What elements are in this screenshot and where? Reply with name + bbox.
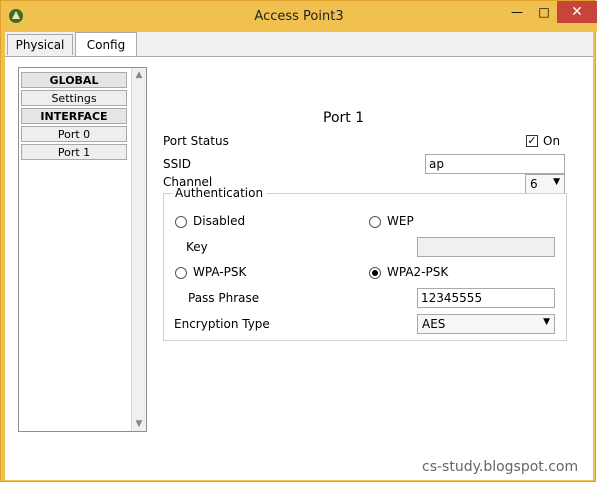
watermark: cs-study.blogspot.com	[422, 459, 579, 475]
radio-wpa2-psk[interactable]	[369, 267, 381, 279]
port-title: Port 1	[323, 110, 365, 126]
radio-wep[interactable]	[369, 216, 381, 228]
scroll-down-icon[interactable]: ▼	[132, 417, 146, 431]
port-status-checkbox[interactable]: ✓	[526, 135, 538, 147]
sidebar-item-port1[interactable]: Port 1	[21, 144, 127, 160]
passphrase-input[interactable]: 12345555	[417, 288, 555, 308]
encryption-type-value: AES	[422, 317, 446, 331]
client-area: Physical Config GLOBAL Settings INTERFAC…	[5, 32, 593, 480]
scroll-up-icon[interactable]: ▲	[132, 68, 146, 82]
config-sidebar: GLOBAL Settings INTERFACE Port 0 Port 1 …	[18, 67, 147, 432]
chevron-down-icon: ▼	[543, 317, 550, 327]
channel-select[interactable]: 6 ▼	[525, 174, 565, 194]
encryption-type-label: Encryption Type	[174, 317, 270, 331]
radio-wpa2-psk-label: WPA2-PSK	[387, 265, 449, 279]
ssid-label: SSID	[163, 157, 192, 171]
title-bar[interactable]: Access Point3 — □ ✕	[1, 1, 597, 32]
channel-value: 6	[530, 177, 538, 191]
passphrase-label: Pass Phrase	[188, 291, 260, 305]
sidebar-scrollbar[interactable]: ▲ ▼	[131, 68, 146, 431]
config-panel: GLOBAL Settings INTERFACE Port 0 Port 1 …	[5, 56, 593, 480]
tab-physical[interactable]: Physical	[7, 34, 73, 55]
key-label: Key	[186, 240, 208, 254]
close-button[interactable]: ✕	[557, 1, 597, 23]
tab-bar: Physical Config	[5, 32, 593, 56]
sidebar-item-global[interactable]: GLOBAL	[21, 72, 127, 88]
app-window: Access Point3 — □ ✕ Physical Config GLOB…	[0, 0, 597, 482]
chevron-down-icon: ▼	[553, 177, 560, 187]
maximize-button[interactable]: □	[531, 1, 557, 23]
minimize-button[interactable]: —	[503, 1, 531, 23]
sidebar-item-interface[interactable]: INTERFACE	[21, 108, 127, 124]
port-status-label: Port Status	[163, 134, 229, 148]
ssid-input[interactable]: ap	[425, 154, 565, 174]
tab-config[interactable]: Config	[75, 32, 137, 56]
radio-disabled-label: Disabled	[193, 214, 246, 228]
radio-wpa-psk-label: WPA-PSK	[193, 265, 247, 279]
radio-wpa-psk[interactable]	[175, 267, 187, 279]
key-input[interactable]	[417, 237, 555, 257]
radio-disabled[interactable]	[175, 216, 187, 228]
port-status-on-label: On	[543, 134, 561, 148]
authentication-group: Authentication Disabled WEP Key WPA-PSK …	[163, 186, 567, 341]
sidebar-item-settings[interactable]: Settings	[21, 90, 127, 106]
authentication-legend: Authentication	[172, 186, 267, 200]
encryption-type-select[interactable]: AES ▼	[417, 314, 555, 334]
radio-wep-label: WEP	[387, 214, 414, 228]
sidebar-item-port0[interactable]: Port 0	[21, 126, 127, 142]
